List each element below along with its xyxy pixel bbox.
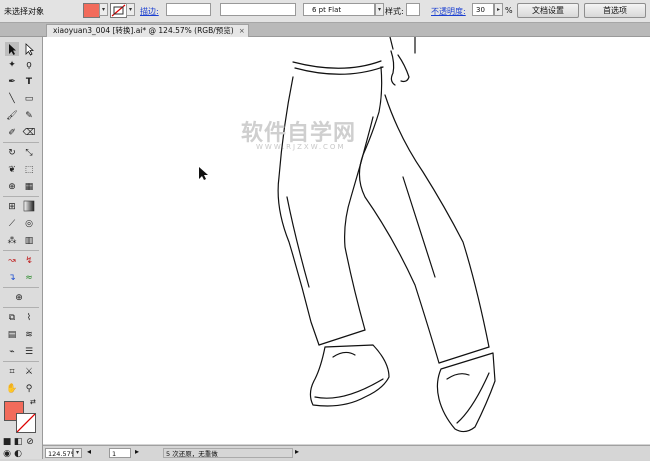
none-mode-icon[interactable]: ⊘ (25, 435, 35, 449)
opacity-unit: % (505, 6, 513, 15)
paintbrush-icon[interactable]: 🖌 (5, 109, 19, 123)
fill-color-swatch[interactable] (83, 3, 100, 18)
shape-builder-icon[interactable]: ⊕ (5, 180, 19, 194)
document-tab[interactable]: xiaoyuan3_004 [转换].ai* @ 124.57% (RGB/预览… (46, 24, 249, 37)
direct-selection-tool-icon[interactable] (22, 42, 36, 56)
document-tab-title: xiaoyuan3_004 [转换].ai* @ 124.57% (RGB/预览… (53, 26, 234, 35)
stroke-color-swatch[interactable] (110, 3, 127, 18)
graphic-style-swatch[interactable] (406, 3, 420, 16)
status-info[interactable]: 5 次还原，无重做 (163, 448, 293, 458)
width-tool-icon[interactable]: ↝ (5, 254, 19, 268)
brush-dropdown-arrow[interactable]: ▾ (375, 3, 384, 16)
perspective-grid-icon[interactable]: ▦ (22, 180, 36, 194)
opacity-dropdown-arrow[interactable]: ▸ (494, 3, 503, 16)
envelope-icon[interactable]: ⌇ (22, 311, 36, 325)
free-transform-icon[interactable]: ⬚ (22, 163, 36, 177)
type-tool-icon[interactable]: T (22, 75, 36, 89)
mesh-icon[interactable]: ⊞ (5, 200, 19, 214)
first-artboard-icon[interactable]: ◂ (87, 447, 91, 456)
blend-icon[interactable]: ◎ (22, 217, 36, 231)
stroke-dropdown-arrow[interactable]: ▾ (126, 3, 135, 16)
artboard-canvas[interactable]: 软件自学网 WWW.RJZXW.COM (43, 37, 650, 444)
zoom-icon[interactable]: ⚲ (22, 382, 36, 396)
no-stroke-icon (111, 4, 126, 17)
artboard-icon[interactable]: ⧉ (5, 311, 19, 325)
list-icon[interactable]: ☰ (22, 345, 36, 359)
lasso-icon[interactable]: ϙ (22, 58, 36, 72)
symbol-sprayer-icon[interactable]: ⁂ (5, 234, 19, 248)
gradient-icon[interactable] (22, 200, 36, 214)
column-graph-icon[interactable]: ▥ (22, 234, 36, 248)
style-label: 样式: (385, 7, 404, 16)
smooth-tool-icon[interactable]: ≈ (22, 271, 36, 285)
swap-colors-icon[interactable]: ⇄ (30, 398, 36, 406)
opacity-label-link[interactable]: 不透明度: (431, 6, 466, 17)
hand-icon[interactable]: ✋ (5, 382, 19, 396)
knife-icon[interactable]: ⚔ (22, 365, 36, 379)
close-icon[interactable]: × (239, 25, 245, 37)
fill-dropdown-arrow[interactable]: ▾ (99, 3, 108, 16)
preferences-button[interactable]: 首选项 (584, 3, 646, 18)
next-artboard-icon[interactable]: ▸ (135, 447, 139, 456)
line-tool-icon[interactable]: ╲ (5, 92, 19, 106)
watermark-url: WWW.RJZXW.COM (256, 143, 346, 151)
pencil-icon[interactable]: ✎ (22, 109, 36, 123)
selection-tool-icon[interactable] (5, 42, 19, 56)
warp-icon[interactable]: ❦ (5, 163, 19, 177)
document-setup-button[interactable]: 文档设置 (517, 3, 579, 18)
document-tab-bar: xiaoyuan3_004 [转换].ai* @ 124.57% (RGB/预览… (0, 23, 650, 37)
path-icon[interactable]: ⌁ (5, 345, 19, 359)
status-bar: 124.57% ▾ ◂ 1 ▸ 5 次还原，无重做 ▸ (43, 445, 650, 460)
selection-status: 未选择对象 (4, 7, 44, 16)
magic-wand-icon[interactable]: ✦ (5, 58, 19, 72)
pen-tool-icon[interactable]: ✒ (5, 75, 19, 89)
artboard-number-field[interactable]: 1 (109, 448, 131, 458)
stroke-swatch[interactable] (16, 413, 36, 433)
status-menu-icon[interactable]: ▸ (295, 447, 299, 456)
zoom-field[interactable]: 124.57% (45, 448, 77, 458)
variable-width-profile-field[interactable] (220, 3, 296, 16)
blob-brush-icon[interactable]: ✐ (5, 126, 19, 140)
stack-icon[interactable]: ≋ (22, 328, 36, 342)
stroke-label-link[interactable]: 描边: (140, 6, 159, 17)
eraser-icon[interactable]: ⌫ (22, 126, 36, 140)
crop-icon[interactable]: ⌗ (5, 365, 19, 379)
eyedropper-icon[interactable]: ⟋ (5, 217, 19, 231)
crosshair-icon[interactable]: ⊕ (12, 291, 26, 305)
tools-panel: ✦ ϙ ✒ T ╲ ▭ 🖌 ✎ ✐ ⌫ ↻ ⤡ ❦ ⬚ ⊕ ▦ ⊞ ⟋ ◎ ⁂ … (0, 37, 43, 459)
zoom-dropdown-arrow[interactable]: ▾ (73, 448, 82, 458)
reshape-tool-icon[interactable]: ↯ (22, 254, 36, 268)
opacity-input[interactable]: 30 (472, 3, 494, 16)
trousers-line-art (199, 37, 496, 433)
rectangle-tool-icon[interactable]: ▭ (22, 92, 36, 106)
fill-stroke-control[interactable]: ⇄ (4, 398, 38, 433)
brush-definition-field[interactable]: 6 pt Flat (303, 3, 375, 16)
scale-icon[interactable]: ⤡ (22, 146, 36, 160)
slice-icon[interactable]: ▤ (5, 328, 19, 342)
stroke-weight-field[interactable] (166, 3, 211, 16)
anchor-convert-icon[interactable]: ↴ (5, 271, 19, 285)
rotate-icon[interactable]: ↻ (5, 146, 19, 160)
control-bar: 未选择对象 ▾ ▾ 描边: 6 pt Flat ▾ 样式: 不透明度: 30 ▸… (0, 0, 650, 23)
